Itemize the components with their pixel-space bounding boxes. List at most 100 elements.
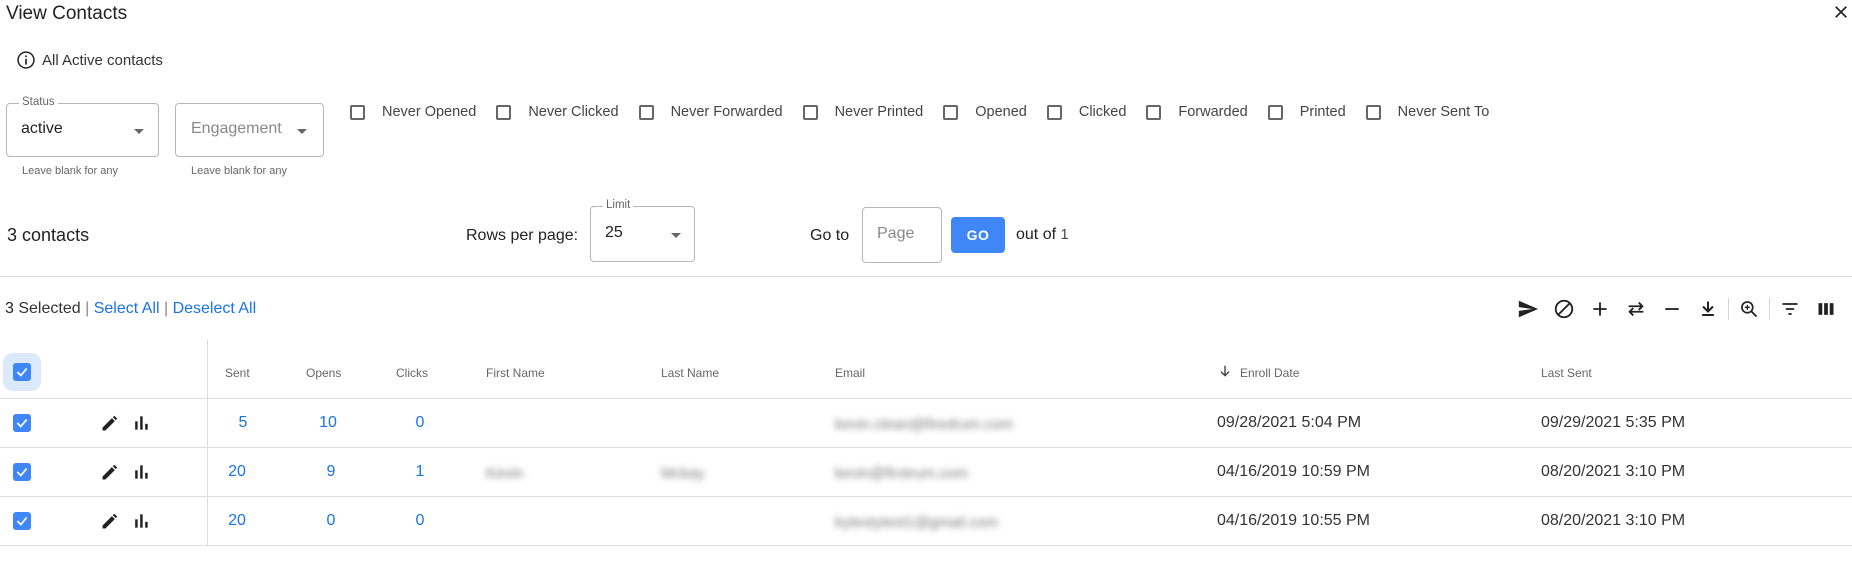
checkbox-clicked[interactable]: Clicked: [1046, 104, 1126, 120]
stats-icon[interactable]: [131, 413, 151, 433]
engagement-placeholder: Engagement: [191, 120, 282, 137]
opens-value[interactable]: 10: [308, 414, 348, 432]
filter-icon[interactable]: [1772, 296, 1808, 322]
select-all-checkbox[interactable]: [13, 363, 31, 381]
checkbox-never-printed[interactable]: Never Printed: [802, 104, 923, 120]
sent-value[interactable]: 20: [217, 512, 257, 530]
checkbox-box[interactable]: [943, 104, 959, 120]
block-icon[interactable]: [1546, 296, 1582, 322]
select-all-link[interactable]: Select All: [94, 300, 160, 317]
clicks-value[interactable]: 1: [400, 463, 440, 481]
column-header-email[interactable]: Email: [835, 366, 865, 380]
email-value: kevin.clean@firedrum.com: [835, 416, 1013, 433]
checkbox-box[interactable]: [496, 104, 512, 120]
row-checkbox[interactable]: [13, 512, 31, 530]
divider: [0, 276, 1852, 277]
column-header-last-name[interactable]: Last Name: [661, 366, 719, 380]
selection-summary: 3 Selected | Select All | Deselect All: [5, 300, 257, 317]
checkbox-never-opened[interactable]: Never Opened: [350, 104, 476, 120]
swap-icon[interactable]: [1618, 296, 1654, 322]
column-divider: [207, 340, 208, 546]
checkbox-box[interactable]: [802, 104, 818, 120]
edit-icon[interactable]: [100, 413, 120, 433]
edit-icon[interactable]: [100, 511, 120, 531]
row-divider: [0, 545, 1852, 546]
status-select[interactable]: Status active: [6, 96, 159, 157]
status-legend: Status: [19, 96, 58, 108]
checkbox-box[interactable]: [1146, 104, 1162, 120]
stats-icon[interactable]: [131, 511, 151, 531]
last-sent-value: 08/20/2021 3:10 PM: [1541, 463, 1686, 480]
checkbox-forwarded[interactable]: Forwarded: [1146, 104, 1248, 120]
page-total: out of 1: [1016, 226, 1069, 243]
arrow-down-icon[interactable]: [1218, 364, 1232, 378]
checkbox-printed[interactable]: Printed: [1267, 104, 1346, 120]
enroll-date-value: 04/16/2019 10:59 PM: [1217, 463, 1371, 480]
column-header-opens[interactable]: Opens: [306, 366, 341, 380]
sent-value[interactable]: 20: [217, 463, 257, 481]
columns-icon[interactable]: [1808, 296, 1844, 322]
table-toolbar: [1510, 296, 1844, 322]
row-divider: [0, 496, 1852, 497]
chevron-down-icon: [297, 129, 307, 134]
engagement-checkboxes: Never Opened Never Clicked Never Forward…: [350, 104, 1509, 120]
row-divider: [0, 398, 1852, 399]
checkbox-never-forwarded[interactable]: Never Forwarded: [638, 104, 783, 120]
email-value: kevin@firstrum.com: [835, 465, 968, 482]
limit-value: 25: [605, 224, 623, 241]
row-checkbox[interactable]: [13, 414, 31, 432]
rows-per-page-label: Rows per page:: [466, 227, 579, 244]
checkbox-box[interactable]: [350, 104, 365, 120]
checkbox-box[interactable]: [1365, 104, 1381, 120]
checkbox-opened[interactable]: Opened: [943, 104, 1027, 120]
zoom-icon[interactable]: [1731, 296, 1767, 322]
last-sent-value: 08/20/2021 3:10 PM: [1541, 512, 1686, 529]
column-header-last-sent[interactable]: Last Sent: [1541, 366, 1592, 380]
add-icon[interactable]: [1582, 296, 1618, 322]
enroll-date-value: 09/28/2021 5:04 PM: [1217, 414, 1362, 431]
contact-count: 3 contacts: [7, 225, 90, 245]
remove-icon[interactable]: [1654, 296, 1690, 322]
enroll-date-value: 04/16/2019 10:55 PM: [1217, 512, 1371, 529]
chevron-down-icon: [671, 233, 681, 238]
go-button[interactable]: GO: [951, 217, 1005, 253]
checkbox-never-sent-to[interactable]: Never Sent To: [1365, 104, 1489, 120]
checkbox-box[interactable]: [1046, 104, 1062, 120]
opens-value[interactable]: 9: [311, 463, 351, 481]
download-icon[interactable]: [1690, 296, 1726, 322]
clicks-value[interactable]: 0: [400, 512, 440, 530]
checkbox-never-clicked[interactable]: Never Clicked: [496, 104, 619, 120]
clicks-value[interactable]: 0: [400, 414, 440, 432]
info-row: All Active contacts: [16, 50, 163, 70]
last-sent-value: 09/29/2021 5:35 PM: [1541, 414, 1686, 431]
deselect-all-link[interactable]: Deselect All: [173, 300, 257, 317]
edit-icon[interactable]: [100, 462, 120, 482]
dialog-title: View Contacts: [6, 3, 128, 24]
sent-value[interactable]: 5: [223, 414, 263, 432]
page-placeholder: Page: [877, 225, 915, 242]
close-icon[interactable]: [1832, 3, 1850, 21]
row-checkbox[interactable]: [13, 463, 31, 481]
info-icon: [17, 51, 35, 69]
column-header-clicks[interactable]: Clicks: [396, 366, 428, 380]
engagement-helper: Leave blank for any: [191, 165, 288, 177]
page-input[interactable]: Page: [862, 207, 942, 263]
engagement-select[interactable]: Engagement: [175, 103, 324, 157]
status-value: active: [21, 120, 63, 137]
column-header-sent[interactable]: Sent: [225, 366, 250, 380]
chevron-down-icon: [134, 129, 144, 134]
limit-select[interactable]: Limit 25: [590, 199, 695, 262]
first-name-value: Kevin: [486, 465, 524, 482]
checkbox-box[interactable]: [1267, 104, 1283, 120]
row-divider: [0, 447, 1852, 448]
toolbar-divider: [1769, 298, 1770, 320]
checkbox-box[interactable]: [638, 104, 654, 120]
column-header-enroll-date[interactable]: Enroll Date: [1240, 366, 1299, 380]
limit-legend: Limit: [603, 199, 634, 211]
toolbar-divider: [1728, 298, 1729, 320]
opens-value[interactable]: 0: [311, 512, 351, 530]
info-text: All Active contacts: [42, 51, 163, 69]
column-header-first-name[interactable]: First Name: [486, 366, 545, 380]
stats-icon[interactable]: [131, 462, 151, 482]
send-icon[interactable]: [1510, 296, 1546, 322]
